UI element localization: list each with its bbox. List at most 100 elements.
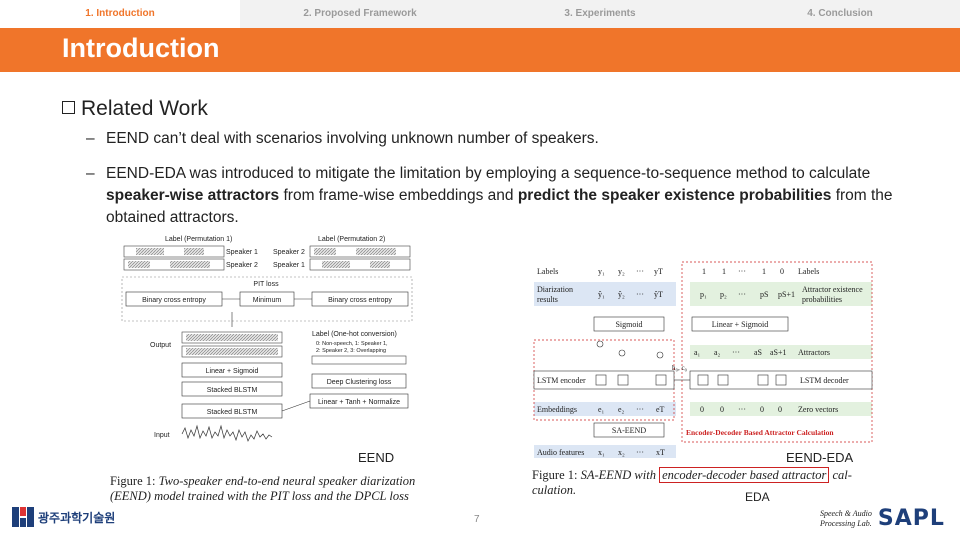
- z3: 0: [760, 405, 764, 414]
- bullet-1-text: EEND can’t deal with scenarios involving…: [106, 130, 599, 147]
- input-label: Input: [154, 432, 170, 439]
- zero-vectors-label: Zero vectors: [798, 405, 838, 414]
- x1: x₁: [598, 448, 605, 457]
- section-heading-text: Related Work: [81, 97, 208, 120]
- lin-sigmoid-label: Linear + Sigmoid: [712, 320, 769, 329]
- xdots: ···: [636, 448, 644, 457]
- onehot-line1: 0: Non-speech, 1: Speaker 1,: [316, 341, 388, 347]
- xT: xT: [656, 448, 665, 457]
- y1: y₁: [598, 267, 605, 276]
- x2: x₂: [618, 448, 625, 457]
- bce2-label: Binary cross entropy: [328, 297, 392, 304]
- eend-eda-diagram: Labels y₁ y₂ ··· yT 1 1 ··· 1 0 Labels D…: [533, 261, 873, 458]
- labels-left: Labels: [537, 267, 558, 276]
- spk2b-label: Speaker 2: [273, 249, 305, 256]
- university-name: 광주과학기술원: [38, 510, 116, 525]
- labels-right: Labels: [798, 267, 819, 276]
- pit-loss-label: PIT loss: [253, 281, 279, 288]
- yT: yT: [654, 267, 663, 276]
- ydots: ···: [636, 267, 644, 276]
- attractors-label: Attractors: [798, 348, 830, 357]
- yh1: ŷ₁: [598, 290, 605, 299]
- one-dots: ···: [738, 267, 746, 276]
- eda-label: EDA: [745, 490, 770, 504]
- linear-sigmoid-label: Linear + Sigmoid: [206, 368, 259, 375]
- p1: p₁: [700, 290, 707, 299]
- p2: p₂: [720, 290, 727, 299]
- zero: 0: [780, 267, 784, 276]
- eend-caption: Figure 1: Two-speaker end-to-end neural …: [110, 474, 416, 503]
- tab-conclusion[interactable]: 4. Conclusion: [720, 0, 960, 28]
- eT: eT: [656, 405, 665, 414]
- lab-line1: Speech & Audio: [820, 508, 872, 518]
- eda-title: Encoder-Decoder Based Attractor Calculat…: [686, 428, 834, 437]
- adots: ···: [732, 348, 740, 357]
- section-nav: 1. Introduction 2. Proposed Framework 3.…: [0, 0, 960, 28]
- one3: 1: [762, 267, 766, 276]
- z4: 0: [778, 405, 782, 414]
- e2: e₂: [618, 405, 625, 414]
- university-emblem-icon: [12, 507, 34, 527]
- stacked-blstm1-label: Stacked BLSTM: [207, 387, 258, 394]
- h0c0-label: h₀, c₀: [672, 364, 688, 372]
- z1: 0: [700, 405, 704, 414]
- y2: y₂: [618, 267, 625, 276]
- embeddings-label: Embeddings: [537, 405, 577, 414]
- sa-eend-label: SA-EEND: [612, 426, 646, 435]
- audio-features-label: Audio features: [537, 448, 584, 457]
- eend-eda-caption: Figure 1: SA-EEND with encoder-decoder b…: [532, 467, 852, 497]
- bullet-2-text: EEND-EDA was introduced to mitigate the …: [106, 165, 893, 226]
- diar-results-1: Diarization: [537, 285, 573, 294]
- university-logo: 광주과학기술원: [12, 507, 115, 527]
- eend-diagram: Label (Permutation 1) Label (Permutation…: [121, 236, 413, 442]
- aS: aS: [754, 348, 762, 357]
- spk1b-label: Speaker 1: [273, 262, 305, 269]
- lstm-encoder-label: LSTM encoder: [537, 376, 586, 385]
- output-label: Output: [150, 342, 171, 349]
- yhT: ŷT: [654, 290, 663, 299]
- checkbox-bullet-icon: [62, 101, 75, 114]
- onehot-line2: 2: Speaker 2, 3: Overlapping: [316, 348, 386, 354]
- title-banner: Introduction: [0, 28, 960, 72]
- attr-exist-2: probabilities: [802, 295, 842, 304]
- pdots: ···: [738, 290, 746, 299]
- edots: ···: [636, 405, 644, 414]
- spk2-label: Speaker 2: [226, 262, 258, 269]
- aS1: aS+1: [770, 348, 787, 357]
- bce1-label: Binary cross entropy: [142, 297, 206, 304]
- pS1: pS+1: [778, 290, 795, 299]
- slide-title: Introduction: [62, 33, 220, 63]
- lab-line2: Processing Lab.: [820, 518, 872, 528]
- z2: 0: [720, 405, 724, 414]
- attr-exist-1: Attractor existence: [802, 285, 863, 294]
- tab-experiments[interactable]: 3. Experiments: [480, 0, 720, 28]
- page-number: 7: [474, 514, 480, 525]
- diar-results-2: results: [537, 295, 558, 304]
- tab-introduction[interactable]: 1. Introduction: [0, 0, 240, 28]
- onehot-label: Label (One-hot conversion): [312, 331, 397, 338]
- label-perm2: Label (Permutation 2): [318, 236, 385, 243]
- one1: 1: [702, 267, 706, 276]
- tab-proposed-framework[interactable]: 2. Proposed Framework: [240, 0, 480, 28]
- dash-icon: –: [86, 130, 95, 147]
- lstm-decoder-label: LSTM decoder: [800, 376, 849, 385]
- lin-tanh-norm-label: Linear + Tanh + Normalize: [318, 399, 400, 406]
- spk1-label: Speaker 1: [226, 249, 258, 256]
- a2: a₂: [714, 348, 721, 357]
- e1: e₁: [598, 405, 605, 414]
- deep-clustering-label: Deep Clustering loss: [327, 379, 392, 386]
- sapl-logo: SAPL: [877, 506, 945, 531]
- stacked-blstm2-label: Stacked BLSTM: [207, 409, 258, 416]
- yhdots: ···: [636, 290, 644, 299]
- minimum-label: Minimum: [253, 297, 282, 304]
- eend-eda-label: EEND-EDA: [786, 450, 854, 465]
- dash-icon: –: [86, 165, 95, 182]
- a1: a₁: [694, 348, 701, 357]
- label-perm1: Label (Permutation 1): [165, 236, 232, 243]
- sigmoid-label: Sigmoid: [615, 320, 642, 329]
- zdots: ···: [738, 405, 746, 414]
- eend-label: EEND: [358, 450, 395, 465]
- yh2: ŷ₂: [618, 290, 625, 299]
- section-heading: Related Work: [62, 97, 208, 121]
- one2: 1: [722, 267, 726, 276]
